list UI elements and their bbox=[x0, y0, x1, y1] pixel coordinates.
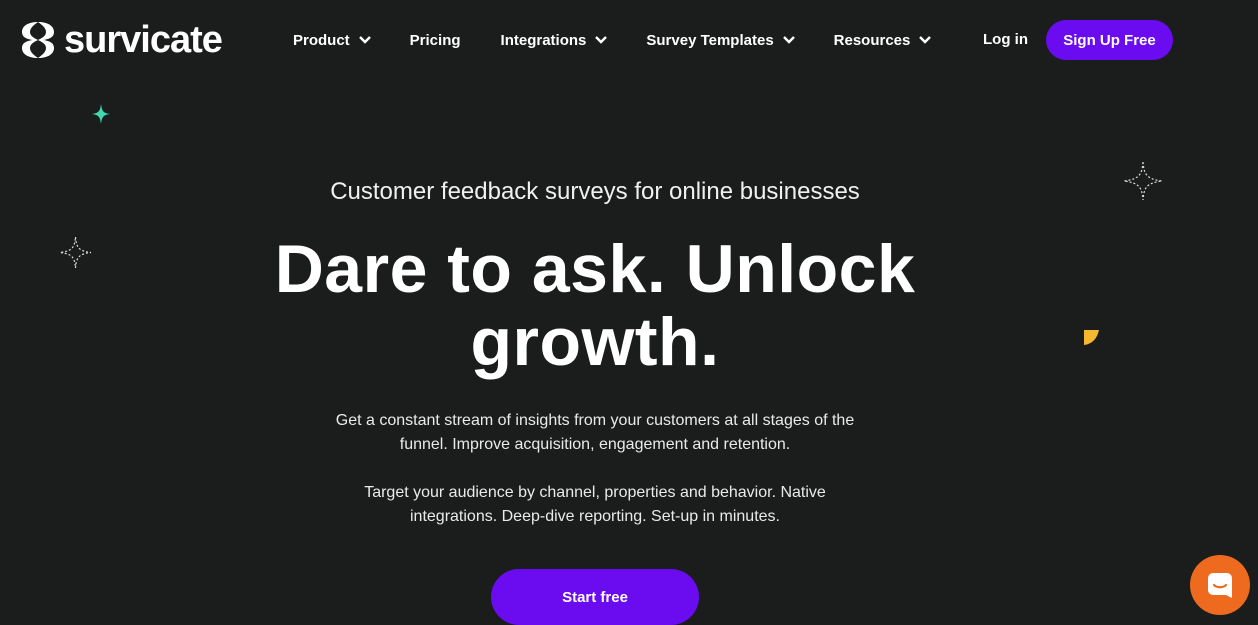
chat-launcher-button[interactable] bbox=[1190, 555, 1250, 615]
sparkle-icon bbox=[92, 104, 110, 124]
nav-item-survey-templates[interactable]: Survey Templates bbox=[646, 28, 795, 52]
nav-item-label: Resources bbox=[833, 31, 911, 49]
chevron-down-icon bbox=[782, 36, 795, 44]
hero-paragraph: Target your audience by channel, propert… bbox=[364, 484, 826, 525]
nav-item-label: Product bbox=[293, 31, 350, 49]
login-link[interactable]: Log in bbox=[983, 28, 1028, 52]
chat-icon bbox=[1208, 573, 1232, 598]
top-navigation: survicate Product Pricing Integrations S… bbox=[0, 0, 1258, 80]
logo-wordmark: survicate bbox=[64, 19, 223, 61]
survicate-logo-icon bbox=[22, 22, 54, 58]
sparkle-outline-icon bbox=[59, 236, 92, 269]
nav-item-label: Survey Templates bbox=[646, 31, 774, 49]
chevron-down-icon bbox=[358, 36, 371, 44]
yellow-shape-icon bbox=[1084, 330, 1099, 345]
signup-button[interactable]: Sign Up Free bbox=[1046, 20, 1173, 60]
nav-item-product[interactable]: Product bbox=[293, 28, 371, 52]
nav-item-integrations[interactable]: Integrations bbox=[501, 28, 608, 52]
hero-headline: Dare to ask. Unlock growth. bbox=[274, 231, 916, 380]
chevron-down-icon bbox=[919, 36, 932, 44]
nav-item-label: Pricing bbox=[409, 31, 461, 49]
nav-item-resources[interactable]: Resources bbox=[834, 28, 932, 52]
chevron-down-icon bbox=[595, 36, 608, 44]
main-menu: Product Pricing Integrations Survey Temp… bbox=[293, 28, 932, 52]
hero-eyebrow: Customer feedback surveys for online bus… bbox=[330, 178, 860, 205]
hero-paragraph: Get a constant stream of insights from y… bbox=[335, 412, 855, 453]
logo[interactable]: survicate bbox=[18, 19, 223, 61]
nav-item-pricing[interactable]: Pricing bbox=[410, 28, 461, 52]
start-free-button[interactable]: Start free bbox=[491, 569, 699, 625]
nav-item-label: Integrations bbox=[500, 31, 587, 49]
